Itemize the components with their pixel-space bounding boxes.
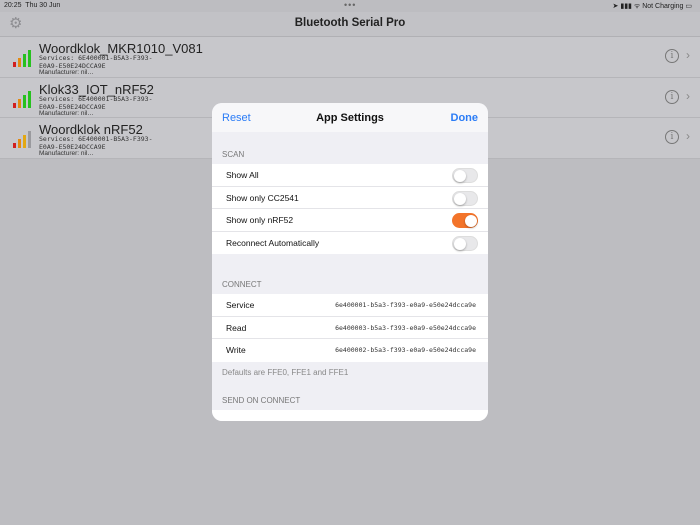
connect-row[interactable]: Service 6e400001-b5a3-f393-e0a9-e50e24dcc… xyxy=(212,294,488,317)
option-label: Reconnect Automatically xyxy=(226,237,320,248)
connect-label: Service xyxy=(226,300,255,310)
device-manufacturer: Manufacturer: nil… xyxy=(39,150,94,157)
nav-bar: ⚙ Bluetooth Serial Pro xyxy=(0,12,700,37)
connect-label: Read xyxy=(226,322,247,333)
device-manufacturer: Manufacturer: nil… xyxy=(39,109,94,117)
connect-header: CONNECT xyxy=(222,280,262,289)
signal-bar xyxy=(13,143,16,148)
info-icon[interactable]: i xyxy=(665,49,679,63)
chevron-right-icon: › xyxy=(686,88,690,103)
signal-strength-icon xyxy=(13,131,33,148)
connect-label: Write xyxy=(226,345,246,355)
signal-bar xyxy=(28,50,31,67)
scan-header: SCAN xyxy=(222,150,245,159)
connect-footer: Defaults are FFE0, FFE1 and FFE1 xyxy=(222,367,349,377)
device-row[interactable]: Woordklok_MKR1010_V081 Services: 6E40000… xyxy=(0,37,700,78)
signal-bar xyxy=(18,139,21,148)
connect-row[interactable]: Write 6e400002-b5a3-f393-e0a9-e50e24dcca9… xyxy=(212,339,488,362)
signal-bar xyxy=(13,102,16,108)
modal-header: Reset App Settings Done xyxy=(212,103,488,132)
scan-group: Show All Show only CC2541 Show only nRF52 R… xyxy=(212,164,488,254)
info-icon[interactable]: i xyxy=(665,130,679,144)
chevron-right-icon: › xyxy=(686,129,690,143)
signal-bar xyxy=(23,54,26,67)
connect-group: Service 6e400001-b5a3-f393-e0a9-e50e24dcc… xyxy=(212,294,488,362)
uuid-value: 6e400002-b5a3-f393-e0a9-e50e24dcca9e xyxy=(335,346,476,354)
signal-bar xyxy=(13,62,16,67)
signal-bar xyxy=(18,98,21,108)
status-time: 20:25 Thu 30 Jun xyxy=(4,2,61,9)
app-settings-modal: Reset App Settings Done SCAN Show All Sho… xyxy=(212,103,488,421)
scan-option: Reconnect Automatically xyxy=(212,232,488,255)
send-header: SEND ON CONNECT xyxy=(222,395,301,405)
page-title: Bluetooth Serial Pro xyxy=(294,17,406,29)
signal-strength-icon xyxy=(13,90,33,108)
signal-bar xyxy=(28,90,31,108)
info-icon[interactable]: i xyxy=(665,89,679,104)
scan-option: Show only CC2541 xyxy=(212,187,488,209)
send-group xyxy=(212,409,488,421)
scan-option: Show All xyxy=(212,164,488,187)
modal-title: App Settings xyxy=(316,112,384,124)
uuid-value: 6e400001-b5a3-f393-e0a9-e50e24dcca9e xyxy=(335,301,476,309)
toggle-switch[interactable] xyxy=(452,213,478,228)
scan-option: Show only nRF52 xyxy=(212,209,488,232)
signal-bar xyxy=(28,131,31,148)
signal-strength-icon xyxy=(13,50,33,67)
multitask-dots[interactable]: ••• xyxy=(344,0,356,10)
uuid-value: 6e400003-b5a3-f393-e0a9-e50e24dcca9e xyxy=(335,323,476,332)
status-bar: 20:25 Thu 30 Jun ••• ➤ ▮▮▮ ᯤ Not Chargin… xyxy=(0,0,700,12)
toggle-switch[interactable] xyxy=(452,190,478,206)
signal-bar xyxy=(18,58,21,67)
device-manufacturer: Manufacturer: nil… xyxy=(39,69,94,76)
option-label: Show only CC2541 xyxy=(226,192,299,203)
connect-row[interactable]: Read 6e400003-b5a3-f393-e0a9-e50e24dcca9e xyxy=(212,317,488,339)
done-button[interactable]: Done xyxy=(451,112,479,124)
chevron-right-icon: › xyxy=(686,48,690,62)
device-services: Services: 6E400001-B5A3-F393-E0A9-E50E24… xyxy=(39,54,153,70)
toggle-switch[interactable] xyxy=(452,235,478,251)
option-label: Show only nRF52 xyxy=(226,215,294,225)
device-services: Services: 6E400001-B5A3-F393-E0A9-E50E24… xyxy=(39,94,153,111)
signal-bar xyxy=(23,135,26,148)
toggle-switch[interactable] xyxy=(452,168,478,183)
option-label: Show All xyxy=(226,170,259,180)
signal-bar xyxy=(23,94,26,108)
status-right: ➤ ▮▮▮ ᯤ Not Charging ▭ xyxy=(612,3,692,10)
device-services: Services: 6E400001-B5A3-F393-E0A9-E50E24… xyxy=(39,135,153,151)
